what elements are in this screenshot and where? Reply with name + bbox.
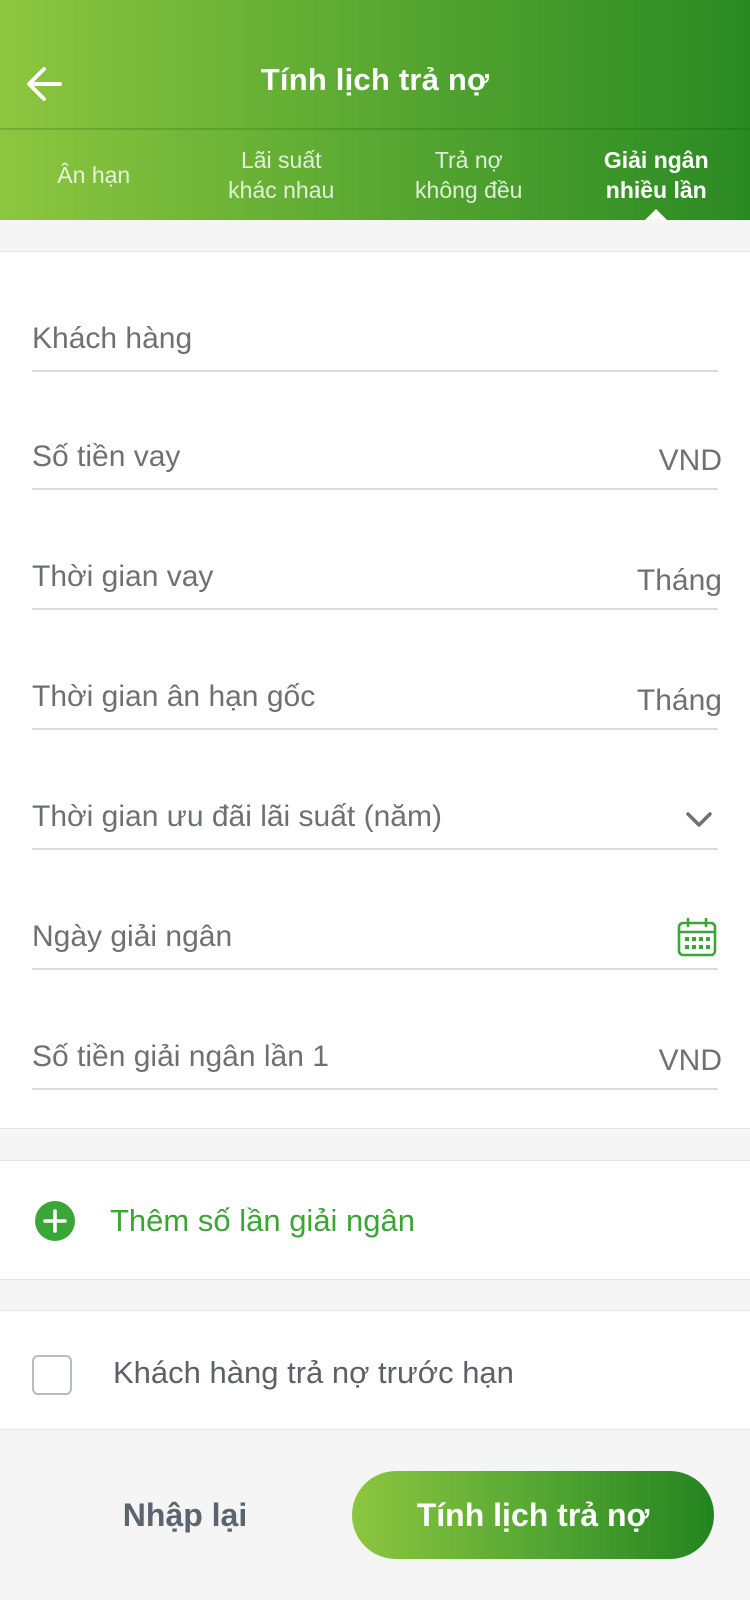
- loan-amount-unit: VND: [658, 444, 722, 477]
- loan-amount-field-label: Số tiền vay: [32, 440, 181, 473]
- top-bar: Tính lịch trả nợ: [0, 0, 750, 128]
- loan-form: Khách hàng Số tiền vay VND Thời gian vay…: [0, 251, 750, 1129]
- disbursement-amount-1-label: Số tiền giải ngân lần 1: [32, 1040, 329, 1073]
- disbursement-date-field[interactable]: Ngày giải ngân: [32, 850, 718, 970]
- loan-term-field-label: Thời gian vay: [32, 560, 214, 593]
- customer-field-label: Khách hàng: [32, 322, 193, 355]
- header: Tính lịch trả nợ Ân hạn Lãi suất khác nh…: [0, 0, 750, 220]
- tab-different-rates[interactable]: Lãi suất khác nhau: [188, 130, 376, 220]
- tab-multiple-disbursements[interactable]: Giải ngân nhiều lần: [563, 130, 750, 220]
- rate-promo-select-label: Thời gian ưu đãi lãi suất (năm): [32, 800, 442, 833]
- customer-field[interactable]: Khách hàng: [32, 252, 718, 372]
- grace-period-unit: Tháng: [636, 684, 722, 717]
- grace-period-field-label: Thời gian ân hạn gốc: [32, 680, 316, 713]
- tab-bar: Ân hạn Lãi suất khác nhau Trả nợ không đ…: [0, 130, 750, 220]
- loan-term-field[interactable]: Thời gian vay Tháng: [32, 490, 722, 610]
- chevron-down-icon: [686, 812, 712, 827]
- early-repayment-checkbox[interactable]: [32, 1355, 72, 1395]
- early-repayment-row: Khách hàng trả nợ trước hạn: [0, 1310, 750, 1430]
- disbursement-amount-1-unit: VND: [658, 1044, 722, 1077]
- disbursement-amount-1-field[interactable]: Số tiền giải ngân lần 1 VND: [32, 970, 722, 1090]
- calendar-icon[interactable]: [676, 916, 718, 958]
- disbursement-date-field-label: Ngày giải ngân: [32, 920, 233, 953]
- plus-circle-icon: [35, 1201, 75, 1241]
- tab-grace-period[interactable]: Ân hạn: [0, 130, 188, 220]
- rate-promo-select[interactable]: Thời gian ưu đãi lãi suất (năm): [32, 730, 718, 850]
- grace-period-field[interactable]: Thời gian ân hạn gốc Tháng: [32, 610, 722, 730]
- calculate-schedule-button[interactable]: Tính lịch trả nợ: [352, 1471, 714, 1559]
- loan-term-unit: Tháng: [636, 564, 722, 597]
- reset-button[interactable]: Nhập lại: [60, 1471, 310, 1559]
- tab-irregular-repayment[interactable]: Trả nợ không đều: [375, 130, 563, 220]
- loan-amount-field[interactable]: Số tiền vay VND: [32, 370, 722, 490]
- early-repayment-label: Khách hàng trả nợ trước hạn: [113, 1355, 514, 1390]
- add-disbursement-label: Thêm số lần giải ngân: [110, 1203, 416, 1238]
- add-disbursement-button[interactable]: Thêm số lần giải ngân: [0, 1160, 750, 1280]
- page-title: Tính lịch trả nợ: [260, 62, 490, 97]
